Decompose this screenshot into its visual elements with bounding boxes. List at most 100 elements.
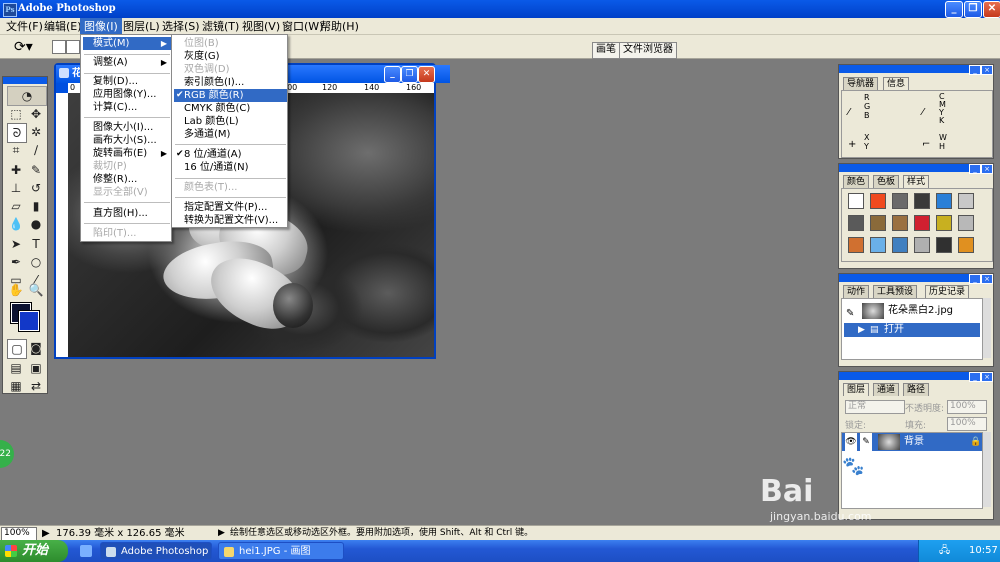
zoom-tool-icon[interactable]: 🔍 [27, 281, 45, 299]
style-swatch[interactable] [870, 215, 886, 231]
menu-select[interactable]: 选择(S) [158, 18, 204, 35]
menu-layer[interactable]: 图层(L) [119, 18, 164, 35]
mode-lab-color[interactable]: Lab 颜色(L) [174, 115, 287, 128]
menu-item-trim[interactable]: 修整(R)... [83, 173, 171, 186]
type-tool-icon[interactable]: T [27, 235, 45, 253]
quick-launch-icon[interactable] [80, 545, 92, 557]
mode-16bit[interactable]: 16 位/通道(N) [174, 161, 287, 174]
layer-link-brush-icon[interactable]: ✎ [860, 433, 872, 451]
mode-8bit[interactable]: ✔ 8 位/通道(A) [174, 148, 287, 161]
standard-mode-icon[interactable]: ▢ [7, 339, 27, 359]
menu-edit[interactable]: 编辑(E) [40, 18, 86, 35]
lasso-tool-icon[interactable]: ᘐ [7, 123, 27, 143]
dodge-tool-icon[interactable]: ● [27, 215, 45, 233]
path-select-icon[interactable]: ➤ [7, 235, 25, 253]
menu-item-adjust[interactable]: 调整(A) ▶ [83, 56, 171, 69]
history-brush-icon[interactable]: ↺ [27, 179, 45, 197]
style-swatch[interactable] [936, 237, 952, 253]
screen-mode-menu-icon[interactable]: ▦ [7, 377, 25, 395]
lasso-tool-preset-icon[interactable]: ⟳▾ [14, 39, 36, 55]
menu-item-histogram[interactable]: 直方图(H)... [83, 207, 171, 220]
move-tool-icon[interactable]: ✥ [27, 105, 45, 123]
stamp-tool-icon[interactable]: ⊥ [7, 179, 25, 197]
menu-image[interactable]: 图像(I) [80, 18, 122, 35]
menu-item-rotate-canvas[interactable]: 旋转画布(E) ▶ [83, 147, 171, 160]
adobe-online-icon[interactable]: ◔ [7, 86, 47, 106]
doc-minimize-button[interactable]: _ [384, 66, 401, 83]
style-swatch[interactable] [892, 193, 908, 209]
tab-layers[interactable]: 图层 [843, 383, 870, 396]
background-color-swatch[interactable] [18, 310, 40, 332]
menu-item-apply-image[interactable]: 应用图像(Y)... [83, 88, 171, 101]
menu-item-duplicate[interactable]: 复制(D)... [83, 75, 171, 88]
history-snapshot[interactable]: ✎ 花朵黑白2.jpg [844, 302, 980, 320]
palette-well-file-browser[interactable]: 文件浏览器 [619, 42, 677, 59]
panel-minimize-button[interactable]: _ [969, 372, 981, 382]
mode-multichannel[interactable]: 多通道(M) [174, 128, 287, 141]
tab-info[interactable]: 信息 [883, 77, 910, 90]
add-selection-icon[interactable] [66, 40, 80, 54]
jump-to-imageready-icon[interactable]: ⇄ [27, 377, 45, 395]
marquee-tool-icon[interactable]: ⬚ [7, 105, 25, 123]
task-paint[interactable]: hei1.JPG - 画图 [218, 542, 344, 560]
tab-styles[interactable]: 样式 [903, 175, 930, 188]
side-badge[interactable]: 22 [0, 440, 14, 468]
menu-item-canvas-size[interactable]: 画布大小(S)... [83, 134, 171, 147]
tab-navigator[interactable]: 导航器 [843, 77, 879, 90]
panel-close-button[interactable]: × [981, 65, 993, 75]
style-swatch[interactable] [848, 193, 864, 209]
menu-item-image-size[interactable]: 图像大小(I)... [83, 121, 171, 134]
slice-tool-icon[interactable]: ∕ [27, 141, 45, 159]
style-swatch[interactable] [870, 193, 886, 209]
layer-visibility-eye-icon[interactable]: 👁 [845, 433, 857, 451]
style-swatch[interactable] [892, 237, 908, 253]
menu-item-mode[interactable]: 模式(M) ▶ [83, 37, 171, 50]
blur-tool-icon[interactable]: 💧 [7, 215, 25, 233]
menu-filter[interactable]: 滤镜(T) [198, 18, 243, 35]
healing-brush-icon[interactable]: ✚ [7, 161, 25, 179]
tab-paths[interactable]: 路径 [903, 383, 930, 396]
style-swatch[interactable] [936, 215, 952, 231]
brush-tool-icon[interactable]: ✎ [27, 161, 45, 179]
restore-button[interactable]: ❐ [964, 1, 982, 18]
style-swatch[interactable] [914, 237, 930, 253]
style-swatch[interactable] [848, 237, 864, 253]
panel-minimize-button[interactable]: _ [969, 274, 981, 284]
hand-tool-icon[interactable]: ✋ [7, 281, 25, 299]
tray-network-icon[interactable]: 🖧 [939, 540, 950, 562]
crop-tool-icon[interactable]: ⌗ [7, 141, 25, 159]
screen-mode-full-icon[interactable]: ▣ [27, 359, 45, 377]
style-swatch[interactable] [870, 237, 886, 253]
menu-item-calculations[interactable]: 计算(C)... [83, 101, 171, 114]
palette-well-brushes[interactable]: 画笔 [592, 42, 620, 59]
tab-actions[interactable]: 动作 [843, 285, 870, 298]
doc-maximize-button[interactable]: ❐ [401, 66, 418, 83]
gradient-tool-icon[interactable]: ▮ [27, 197, 45, 215]
style-swatch[interactable] [958, 237, 974, 253]
layer-row-background[interactable]: 👁 ✎ 背景 🔒 [842, 433, 982, 451]
panel-close-button[interactable]: × [981, 372, 993, 382]
mode-indexed-color[interactable]: 索引颜色(I)... [174, 76, 287, 89]
panel-minimize-button[interactable]: _ [969, 65, 981, 75]
shape-tool-icon[interactable]: ○ [27, 253, 45, 271]
tab-channels[interactable]: 通道 [873, 383, 900, 396]
quickmask-mode-icon[interactable]: ◙ [27, 339, 45, 357]
style-swatch[interactable] [892, 215, 908, 231]
new-selection-icon[interactable] [52, 40, 66, 54]
panel-close-button[interactable]: × [981, 164, 993, 174]
close-button[interactable]: ✕ [983, 1, 1000, 18]
eraser-tool-icon[interactable]: ▱ [7, 197, 25, 215]
panel-minimize-button[interactable]: _ [969, 164, 981, 174]
doc-close-button[interactable]: ✕ [418, 66, 435, 83]
blend-mode-select[interactable]: 正常 [845, 400, 905, 414]
zoom-level-field[interactable]: 100% [1, 527, 37, 541]
style-swatch[interactable] [936, 193, 952, 209]
mode-assign-profile[interactable]: 指定配置文件(P)... [174, 201, 287, 214]
mode-grayscale[interactable]: 灰度(G) [174, 50, 287, 63]
status-arrow-icon[interactable]: ▶ [42, 526, 50, 541]
screen-mode-standard-icon[interactable]: ▤ [7, 359, 25, 377]
layers-scrollbar[interactable] [983, 432, 991, 507]
style-swatch[interactable] [958, 193, 974, 209]
history-step[interactable]: ▶ ▤ 打开 [844, 323, 980, 337]
fill-field[interactable]: 100% [947, 417, 987, 431]
